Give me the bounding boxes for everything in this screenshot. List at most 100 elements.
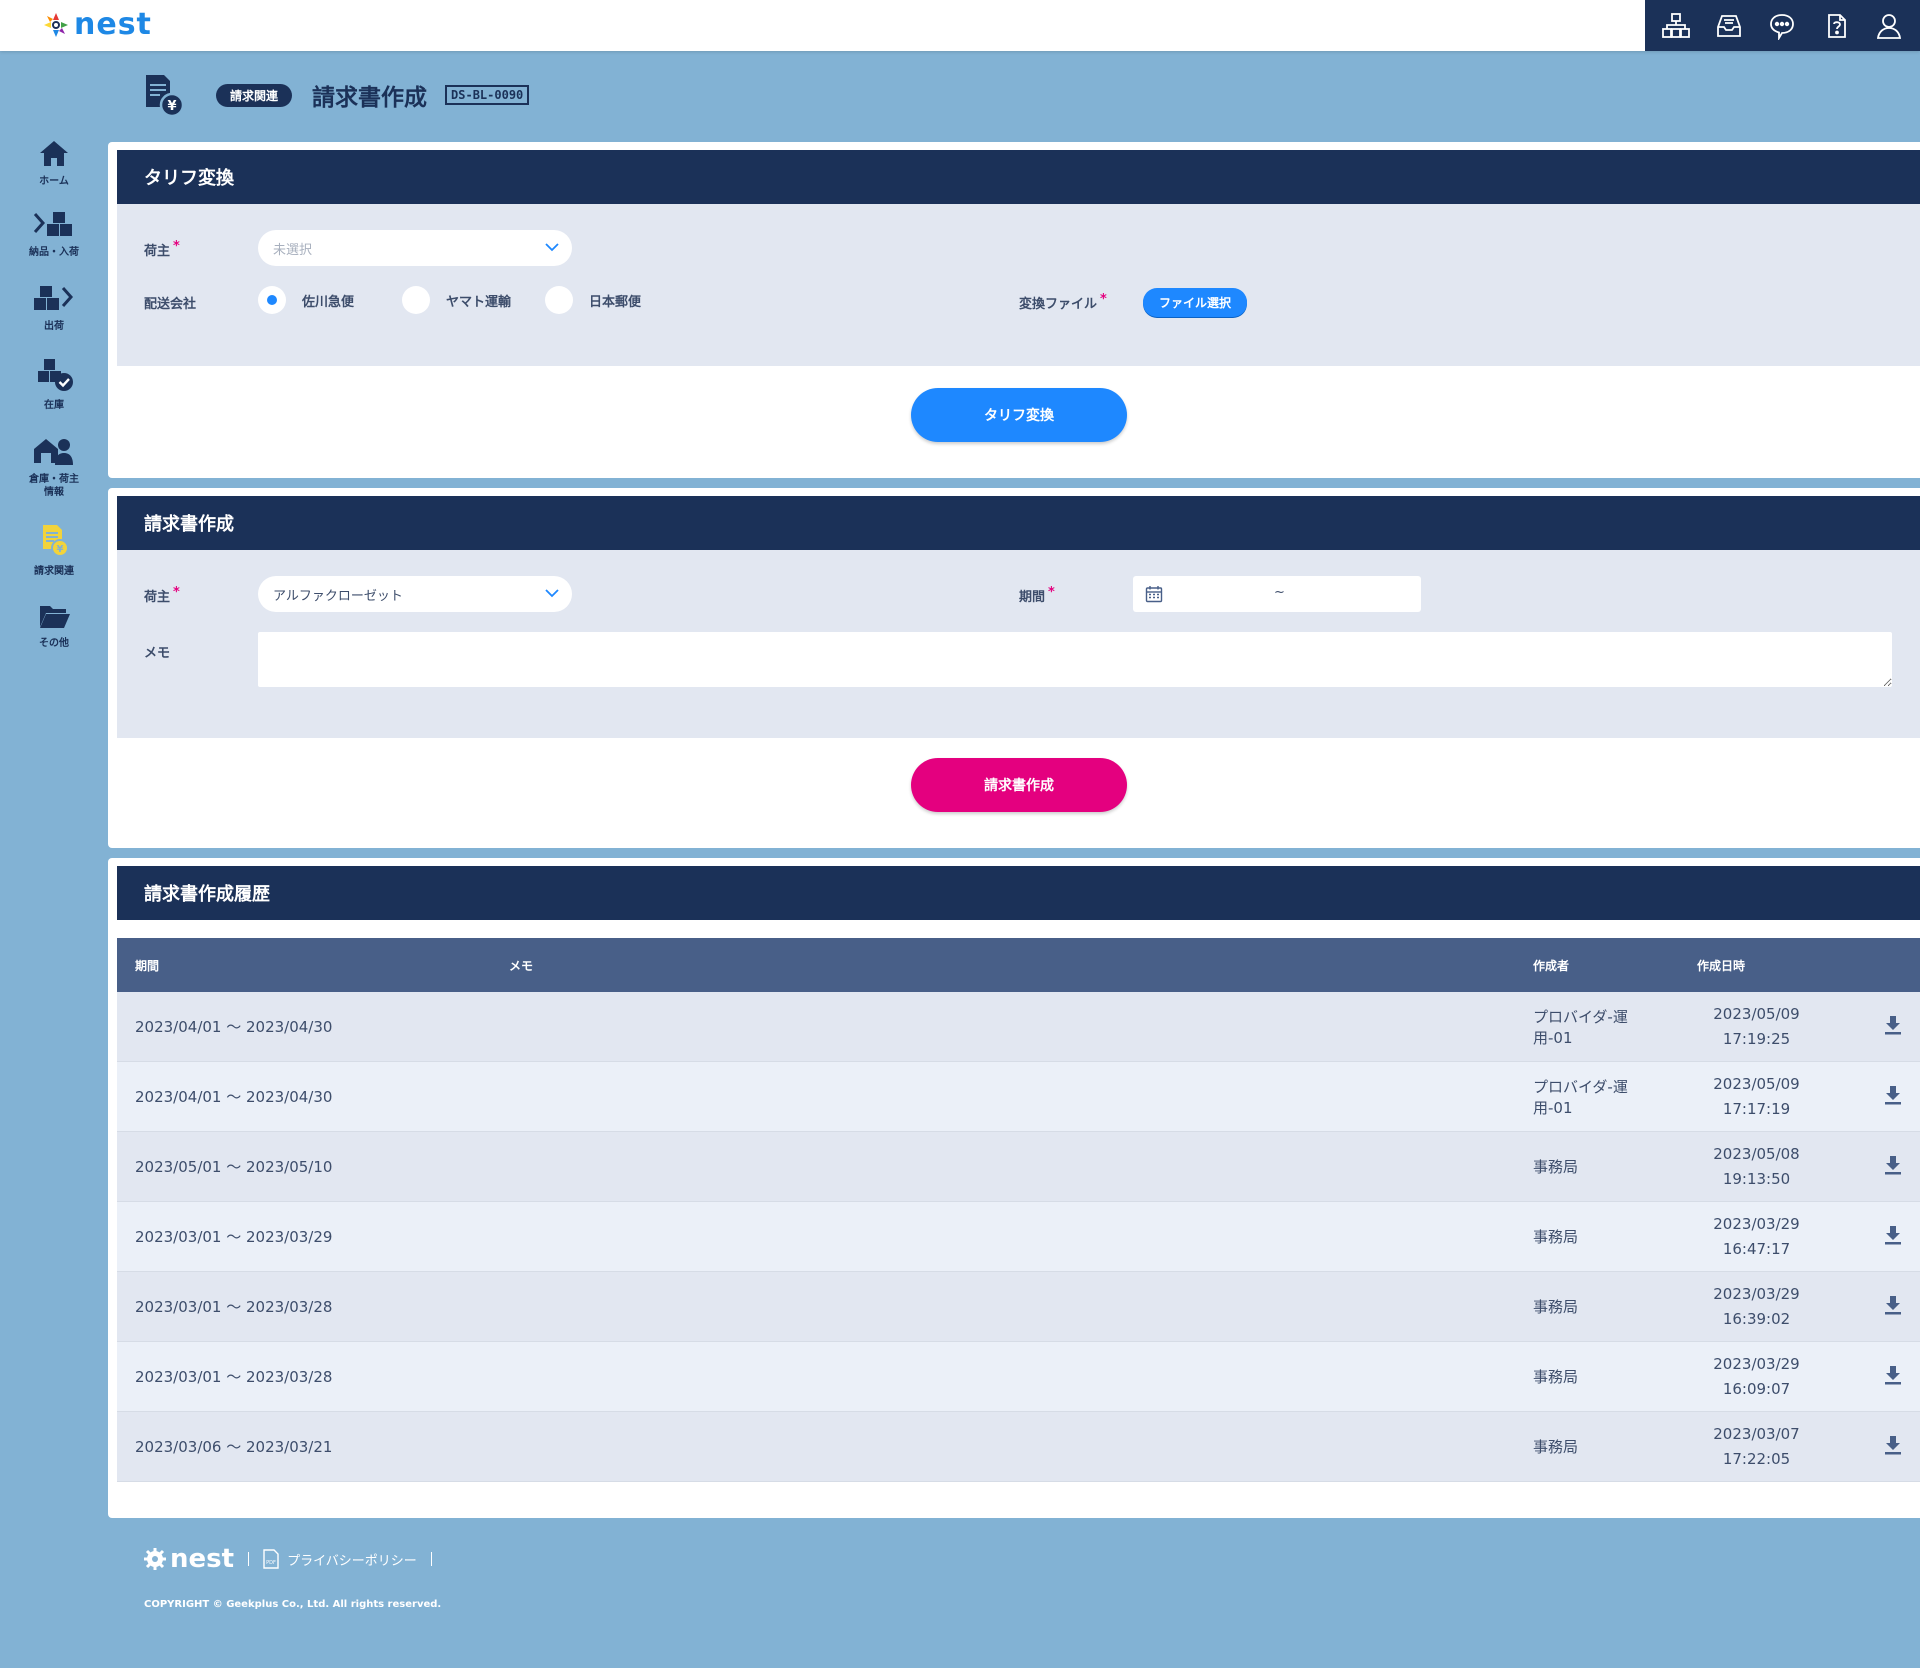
svg-text:¥: ¥: [57, 544, 64, 555]
user-account-icon[interactable]: [1872, 9, 1906, 43]
column-header-memo[interactable]: メモ: [491, 938, 1515, 992]
copyright-text: COPYRIGHT © Geekplus Co., Ltd. All right…: [144, 1599, 442, 1610]
cell-author: プロバイダ-運用-01: [1515, 992, 1679, 1062]
cell-period: 2023/05/01 〜 2023/05/10: [117, 1131, 491, 1202]
column-header-author[interactable]: 作成者: [1515, 938, 1679, 992]
cell-author: 事務局: [1515, 1341, 1679, 1412]
carrier-option-label: 佐川急便: [302, 294, 355, 310]
created-time: 16:39:02: [1722, 1309, 1791, 1328]
download-icon[interactable]: [1884, 1225, 1902, 1245]
table-header-row: 期間 メモ 作成者 作成日時: [117, 938, 1920, 992]
cell-period: 2023/03/01 〜 2023/03/29: [117, 1201, 491, 1272]
carrier-option-label: ヤマト運輸: [446, 294, 512, 310]
carrier-label: 配送会社: [144, 297, 197, 312]
period-separator: ~: [1274, 585, 1285, 600]
tariff-form: 荷主 * 未選択 配送会社 佐川急便 ヤマト運輸 日本郵便 変換ファイル * ファイ…: [117, 204, 1920, 366]
cell-created: 2023/03/29 16:39:02: [1679, 1271, 1834, 1342]
memo-label: メモ: [144, 646, 171, 661]
cell-memo: [491, 1131, 1515, 1202]
tariff-conversion-card: タリフ変換 荷主 * 未選択 配送会社 佐川急便 ヤマト運輸 日本郵便 変換ファイ…: [108, 142, 1920, 478]
sidebar-item-billing[interactable]: ¥ 請求関連: [0, 523, 108, 578]
created-time: 16:09:07: [1722, 1379, 1791, 1398]
invoice-owner-value: アルファクローゼット: [273, 588, 403, 604]
help-document-icon[interactable]: [1819, 9, 1853, 43]
cell-memo: [491, 1061, 1515, 1132]
inbox-tray-icon[interactable]: [1712, 9, 1746, 43]
invoice-section-title: 請求書作成: [117, 496, 1920, 550]
create-invoice-button[interactable]: 請求書作成: [911, 758, 1127, 812]
pdf-document-icon: PDF: [263, 1549, 279, 1569]
file-select-button[interactable]: ファイル選択: [1143, 288, 1248, 317]
warehouse-owner-icon: [34, 439, 73, 465]
nest-logo[interactable]: nest: [42, 8, 152, 42]
column-header-created[interactable]: 作成日時: [1679, 938, 1834, 992]
cell-author: 事務局: [1515, 1411, 1679, 1482]
footer-logo-text: nest: [170, 1544, 235, 1574]
footer-logo[interactable]: nest: [144, 1544, 234, 1574]
page-header: ¥ 請求関連 請求書作成 DS-BL-0090: [140, 70, 530, 120]
created-time: 17:22:05: [1722, 1449, 1791, 1468]
cell-download: [1834, 992, 1920, 1062]
table-row: 2023/03/01 〜 2023/03/29 事務局 2023/03/29 16…: [117, 1201, 1920, 1272]
download-icon[interactable]: [1884, 1015, 1902, 1035]
cell-memo: [491, 1201, 1515, 1272]
tariff-convert-button[interactable]: タリフ変換: [911, 388, 1127, 442]
gear-logo-icon: [144, 1548, 166, 1570]
download-icon[interactable]: [1884, 1365, 1902, 1385]
tariff-owner-select[interactable]: 未選択: [258, 230, 572, 266]
created-time: 16:47:17: [1722, 1239, 1791, 1258]
memo-textarea[interactable]: [258, 632, 1892, 687]
inventory-icon: [38, 359, 73, 391]
sidebar-item-receiving[interactable]: 納品・入荷: [0, 210, 108, 259]
receiving-icon: [33, 212, 72, 236]
cell-memo: [491, 1341, 1515, 1412]
invoice-owner-label: 荷主 *: [144, 585, 180, 605]
invoice-form: 荷主 * アルファクローゼット 期間 * ~ メモ: [117, 550, 1920, 738]
history-section-title: 請求書作成履歴: [117, 866, 1920, 920]
sidebar-item-label: ホーム: [39, 176, 69, 187]
column-header-download: [1834, 938, 1920, 992]
cell-author: 事務局: [1515, 1201, 1679, 1272]
download-icon[interactable]: [1884, 1155, 1902, 1175]
chevron-down-icon: [545, 589, 559, 598]
sidebar-item-shipping[interactable]: 出荷: [0, 284, 108, 333]
cell-author: 事務局: [1515, 1271, 1679, 1342]
cell-created: 2023/05/09 17:17:19: [1679, 1061, 1834, 1132]
carrier-radio-yamato[interactable]: ヤマト運輸: [402, 286, 511, 314]
privacy-policy-link[interactable]: PDF プライバシーポリシー: [263, 1549, 417, 1569]
cell-memo: [491, 1411, 1515, 1482]
warehouse-structure-icon[interactable]: [1659, 9, 1693, 43]
sidebar-item-warehouse-owner[interactable]: 倉庫・荷主 情報: [0, 435, 108, 499]
chat-bubble-icon[interactable]: [1765, 9, 1799, 43]
carrier-radio-japan-post[interactable]: 日本郵便: [545, 286, 641, 314]
invoice-owner-select[interactable]: アルファクローゼット: [258, 576, 572, 612]
footer-divider: [248, 1552, 250, 1566]
column-header-period[interactable]: 期間: [117, 938, 491, 992]
sidebar-item-inventory[interactable]: 在庫: [0, 355, 108, 412]
cell-created: 2023/03/29 16:09:07: [1679, 1341, 1834, 1412]
cell-period: 2023/03/01 〜 2023/03/28: [117, 1341, 491, 1412]
radio-circle: [545, 286, 573, 314]
download-icon[interactable]: [1884, 1435, 1902, 1455]
invoice-history-card: 請求書作成履歴 期間 メモ 作成者 作成日時 2023/04/01 〜 2023…: [108, 858, 1920, 1518]
period-date-range-input[interactable]: ~: [1133, 576, 1421, 612]
sidebar-item-other[interactable]: その他: [0, 601, 108, 650]
history-table: 期間 メモ 作成者 作成日時 2023/04/01 〜 2023/04/30 プ…: [117, 938, 1920, 1482]
calendar-icon: [1145, 586, 1163, 603]
footer-divider: [430, 1552, 432, 1566]
nest-logo-mark-icon: [44, 13, 68, 37]
logo-text: nest: [74, 7, 152, 42]
cell-period: 2023/04/01 〜 2023/04/30: [117, 992, 491, 1062]
carrier-radio-sagawa[interactable]: 佐川急便: [258, 286, 354, 314]
sidebar-item-home[interactable]: ホーム: [0, 139, 108, 188]
download-icon[interactable]: [1884, 1295, 1902, 1315]
download-icon[interactable]: [1884, 1085, 1902, 1105]
period-label: 期間 *: [1019, 585, 1055, 605]
cell-download: [1834, 1341, 1920, 1412]
cell-memo: [491, 992, 1515, 1062]
conversion-file-label: 変換ファイル *: [1019, 292, 1107, 312]
radio-selected-dot: [267, 295, 277, 305]
table-row: 2023/05/01 〜 2023/05/10 事務局 2023/05/08 19…: [117, 1131, 1920, 1202]
cell-created: 2023/05/09 17:19:25: [1679, 992, 1834, 1062]
sidebar-item-label: 出荷: [44, 321, 64, 332]
